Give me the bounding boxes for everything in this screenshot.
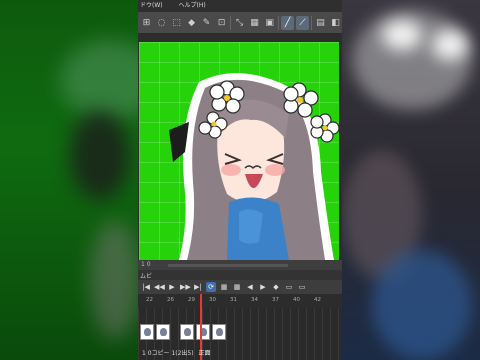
menu-bar: ドウ(W) ヘルプ(H) xyxy=(138,0,342,12)
timeline-panel: ムビ |◀ ◀◀ ▶ ▶▶ ▶| ⟳ ▦ ▦ ◀ ▶ ◆ ▭ ▭ 22 26 29 30 31 34 37 40 42 … xyxy=(138,270,342,360)
timeline-control-button[interactable]: ▭ xyxy=(297,282,307,292)
track-label: 1 0コピー 1(2出5) 正面 xyxy=(142,348,211,357)
frame-ruler[interactable]: 22 26 29 30 31 34 37 40 42 xyxy=(138,294,342,308)
character-illustration xyxy=(169,73,339,260)
frame-thumbnail[interactable] xyxy=(180,324,194,340)
frame-thumbnail[interactable] xyxy=(140,324,154,340)
ruler-tick-label: 31 xyxy=(230,297,237,303)
timeline-control-button[interactable]: ▭ xyxy=(284,282,294,292)
selection-icon[interactable]: ⬚ xyxy=(170,16,183,30)
ruler-tool-icon[interactable]: ⊞ xyxy=(140,16,153,30)
ruler-tick-label: 37 xyxy=(272,297,279,303)
timeline-title: ムビ xyxy=(140,273,153,280)
horizontal-scrollbar[interactable] xyxy=(168,264,288,267)
crop-icon[interactable]: ⊡ xyxy=(215,16,228,30)
zoom-readout: 1 0 xyxy=(141,261,151,268)
timeline-control-button[interactable]: ▦ xyxy=(219,282,229,292)
guide-icon[interactable]: ▣ xyxy=(263,16,276,30)
line-icon[interactable]: ╱ xyxy=(281,15,295,30)
timeline-control-button[interactable]: |◀ xyxy=(141,282,151,292)
timeline-control-button[interactable]: ▶ xyxy=(167,282,177,292)
ruler-tick-label: 42 xyxy=(314,297,321,303)
timeline-control-button[interactable]: ◀ xyxy=(245,282,255,292)
ruler-tick-label: 34 xyxy=(251,297,258,303)
toolbar-separator xyxy=(230,15,232,30)
ruler-tick-label: 29 xyxy=(188,297,195,303)
blurred-left-backdrop xyxy=(0,0,160,360)
timeline-control-button[interactable]: ▶▶ xyxy=(180,282,191,292)
tool-bar: ⊞ ◌ ⬚ ◆ ✎ ⊡ ⤡ ▦ ▣ ╱ ⟋ ▤ ◧ xyxy=(138,12,342,34)
drawing-canvas[interactable] xyxy=(139,42,339,260)
frame-thumbnails xyxy=(140,324,226,342)
transform-icon[interactable]: ⤡ xyxy=(233,16,246,30)
ruler-tick-label: 40 xyxy=(293,297,300,303)
eraser-icon[interactable]: ◧ xyxy=(329,16,342,30)
frame-thumbnail[interactable] xyxy=(156,324,170,340)
menu-item-help[interactable]: ヘルプ(H) xyxy=(179,2,206,9)
brush-icon[interactable]: ✎ xyxy=(200,16,213,30)
frame-thumbnail[interactable] xyxy=(196,324,210,340)
paint-app-window: ドウ(W) ヘルプ(H) ⊞ ◌ ⬚ ◆ ✎ ⊡ ⤡ ▦ ▣ ╱ ⟋ ▤ ◧ 1… xyxy=(138,0,342,360)
fill-icon[interactable]: ◆ xyxy=(185,16,198,30)
timeline-control-button[interactable]: ⟳ xyxy=(206,282,216,292)
video-frame: ドウ(W) ヘルプ(H) ⊞ ◌ ⬚ ◆ ✎ ⊡ ⤡ ▦ ▣ ╱ ⟋ ▤ ◧ 1… xyxy=(0,0,480,360)
grid-icon[interactable]: ▦ xyxy=(248,16,261,30)
menu-item-window[interactable]: ドウ(W) xyxy=(140,2,163,9)
timeline-control-button[interactable]: ▶ xyxy=(258,282,268,292)
timeline-control-button[interactable]: ◀◀ xyxy=(154,282,165,292)
status-bar: 1 0 xyxy=(138,260,342,270)
ruler-tick-label: 22 xyxy=(146,297,153,303)
track-label-view: 正面 xyxy=(198,350,211,357)
canvas-area xyxy=(138,34,342,260)
toolbar-separator xyxy=(278,15,280,30)
ruler-tick-label: 26 xyxy=(167,297,174,303)
lasso-icon[interactable]: ◌ xyxy=(155,16,168,30)
timeline-control-button[interactable]: ◆ xyxy=(271,282,281,292)
track-label-text: 1 0コピー 1(2出5) xyxy=(142,350,194,357)
timeline-control-button[interactable]: ▶| xyxy=(193,282,203,292)
blurred-right-backdrop xyxy=(342,0,480,360)
ruler-tick-label: 30 xyxy=(209,297,216,303)
timeline-controls: |◀ ◀◀ ▶ ▶▶ ▶| ⟳ ▦ ▦ ◀ ▶ ◆ ▭ ▭ xyxy=(138,280,342,294)
panel-icon[interactable]: ▤ xyxy=(314,16,327,30)
frame-thumbnail[interactable] xyxy=(212,324,226,340)
toolbar-separator xyxy=(311,15,312,30)
timeline-control-button[interactable]: ▦ xyxy=(232,282,242,292)
curve-icon[interactable]: ⟋ xyxy=(296,15,310,30)
